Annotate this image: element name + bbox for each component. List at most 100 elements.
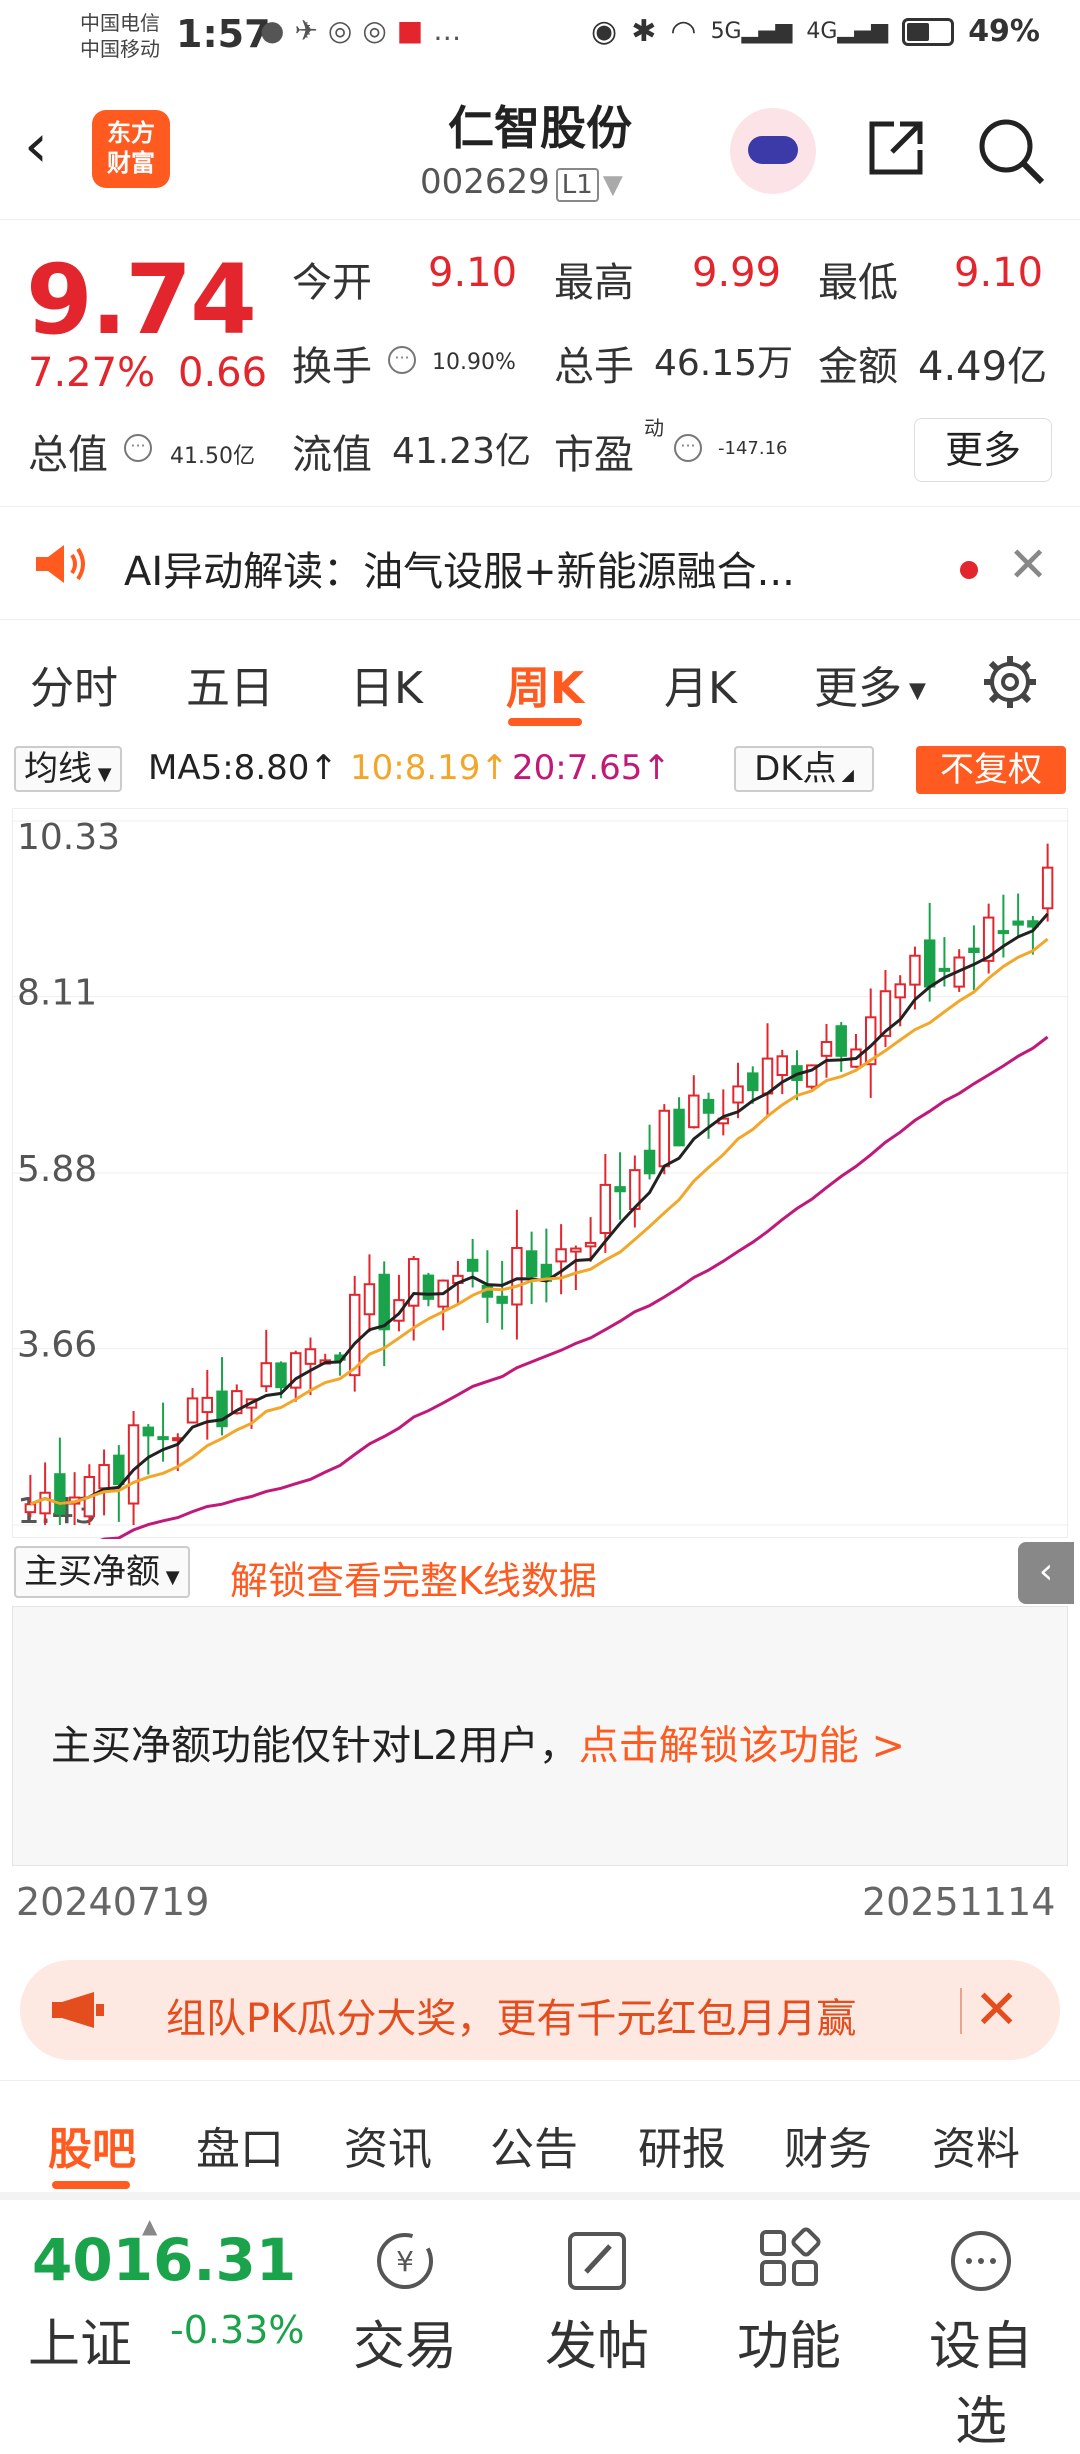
tab-announcements[interactable]: 公告: [490, 2113, 578, 2177]
chart-period-tabs: 分时 五日 日K 周K 月K 更多 ▼: [0, 630, 1080, 730]
stock-code-selector[interactable]: 002629 L1 ▼: [420, 162, 623, 202]
candle-body: [54, 1473, 66, 1515]
candle-body: [511, 1246, 523, 1306]
candle-body: [39, 1491, 51, 1515]
pe-label: 市盈: [554, 432, 634, 478]
trade-icon: ¥: [377, 2233, 433, 2289]
separator: [960, 1988, 962, 2034]
index-value: 4016.31: [32, 2226, 297, 2294]
qq-icon: ●: [260, 14, 295, 47]
post-button[interactable]: 发帖: [522, 2226, 672, 2379]
corner-icon: ◢: [836, 765, 854, 784]
unlock-function-link[interactable]: 点击解锁该功能 >: [579, 1723, 905, 1769]
function-button[interactable]: 功能: [714, 2226, 864, 2379]
svg-text:¥: ¥: [396, 2245, 414, 2278]
tab-news[interactable]: 资讯: [344, 2113, 432, 2177]
info-icon[interactable]: ···: [124, 434, 152, 462]
float-value: 41.23亿: [392, 431, 532, 472]
candle-body: [968, 947, 980, 954]
candle-body: [1041, 866, 1054, 910]
share-icon[interactable]: [864, 116, 928, 180]
info-icon[interactable]: ···: [674, 434, 702, 462]
candle-body: [923, 939, 936, 988]
info-icon[interactable]: ···: [388, 346, 416, 374]
tab-pankou[interactable]: 盘口: [196, 2113, 284, 2177]
chevron-down-icon: ▼: [160, 1567, 180, 1588]
ma10-value: 10:8.19↑: [350, 748, 509, 788]
battery-icon: [902, 17, 955, 46]
candle-body: [113, 1454, 125, 1486]
clock: 1:57: [176, 12, 271, 56]
tab-profile[interactable]: 资料: [932, 2113, 1020, 2177]
candle-body: [747, 1072, 759, 1092]
tab-weekly-k[interactable]: 周K: [506, 652, 584, 716]
tab-intraday[interactable]: 分时: [30, 652, 118, 716]
tab-more[interactable]: 更多 ▼: [814, 652, 926, 716]
trade-button[interactable]: ¥ 交易: [330, 2226, 480, 2379]
ai-interpretation-text: AI异动解读：油气设服+新能源融合...: [124, 549, 795, 595]
tab-guba[interactable]: 股吧: [48, 2113, 136, 2177]
candle-body: [496, 1295, 508, 1304]
carrier-labels: 中国电信 中国移动: [80, 10, 160, 62]
add-watchlist-button[interactable]: 设自选: [906, 2226, 1056, 2454]
ma-selector[interactable]: 均线 ▼: [14, 746, 122, 792]
l2-notice-box: 主买净额功能仅针对L2用户，点击解锁该功能 >: [12, 1606, 1068, 1866]
candle-body: [614, 1186, 626, 1193]
tab-five-day[interactable]: 五日: [186, 652, 274, 716]
collapse-arrow-icon[interactable]: ‹: [1018, 1542, 1074, 1604]
candle-body: [142, 1426, 155, 1437]
index-name: 上证: [28, 2315, 133, 2375]
kline-chart[interactable]: 10.338.115.883.661.43: [12, 808, 1069, 1554]
candle-body: [997, 930, 1010, 935]
current-price: 9.74: [26, 244, 257, 356]
candle-body: [584, 1241, 597, 1248]
dk-point-selector[interactable]: DK点 ◢: [734, 746, 874, 792]
section-tabs: 股吧 盘口 资讯 公告 研报 财务 资料: [0, 2080, 1080, 2200]
volume-value: 46.15万: [654, 343, 794, 384]
close-icon[interactable]: ✕: [974, 1978, 1019, 2041]
search-icon[interactable]: [976, 116, 1046, 186]
tab-research[interactable]: 研报: [638, 2113, 726, 2177]
promo-banner[interactable]: 组队PK瓜分大奖，更有千元红包月月赢 ✕: [20, 1960, 1060, 2060]
carrier-2: 中国移动: [80, 37, 160, 61]
tab-monthly-k[interactable]: 月K: [664, 652, 737, 716]
ai-assistant-icon[interactable]: [730, 108, 816, 194]
candle-body: [275, 1362, 287, 1389]
more-dots-icon: …: [433, 14, 472, 47]
bottom-toolbar: ▲ 4016.31 上证 -0.33% ¥ 交易 发帖 功能 设自选: [0, 2210, 1080, 2452]
ai-interpretation-bar[interactable]: AI异动解读：油气设服+新能源融合... ✕: [0, 506, 1080, 620]
more-button[interactable]: 更多: [914, 418, 1052, 482]
browser-icon: ◎: [362, 14, 397, 47]
unlock-kline-link[interactable]: 解锁查看完整K线数据: [230, 1550, 597, 1605]
candle-body: [658, 1109, 671, 1168]
browser-icon: ◎: [327, 14, 363, 47]
change-percent: 7.27%: [28, 350, 156, 396]
y-tick-label: 8.11: [17, 973, 97, 1014]
candle-body: [761, 1057, 774, 1095]
stock-header: ‹ 东方 财富 仁智股份 002629 L1 ▼: [0, 80, 1080, 220]
chevron-down-icon: ▼: [902, 678, 926, 704]
close-icon[interactable]: ✕: [1008, 537, 1048, 593]
pe-superscript: 动: [644, 416, 664, 440]
indicator-selector[interactable]: 主买净额 ▼: [14, 1546, 190, 1598]
float-label: 流值: [292, 432, 372, 478]
candle-body: [555, 1248, 567, 1263]
pe-value: -147.16: [718, 438, 788, 459]
open-value: 9.10: [428, 250, 518, 296]
candle-body: [570, 1247, 582, 1253]
y-tick-label: 5.88: [17, 1149, 97, 1190]
candle-body: [260, 1362, 272, 1388]
gear-icon[interactable]: [980, 652, 1040, 712]
adjust-toggle[interactable]: 不复权: [916, 746, 1066, 794]
speaker-icon: [36, 545, 85, 583]
ma-bar: 均线 ▼ MA5:8.80↑ 10:8.19↑ 20:7.65↑ DK点 ◢ 不…: [0, 740, 1080, 800]
ma5-value: MA5:8.80↑: [148, 748, 338, 788]
chevron-down-icon: ▼: [92, 764, 112, 785]
stock-code: 002629: [420, 162, 550, 202]
tab-daily-k[interactable]: 日K: [350, 652, 423, 716]
level-badge: L1: [555, 168, 599, 202]
open-label: 今开: [292, 260, 372, 306]
candle-body: [1012, 920, 1024, 926]
main-buy-bar: 主买净额 ▼ 解锁查看完整K线数据 ‹: [0, 1542, 1080, 1605]
tab-finance[interactable]: 财务: [784, 2113, 872, 2177]
